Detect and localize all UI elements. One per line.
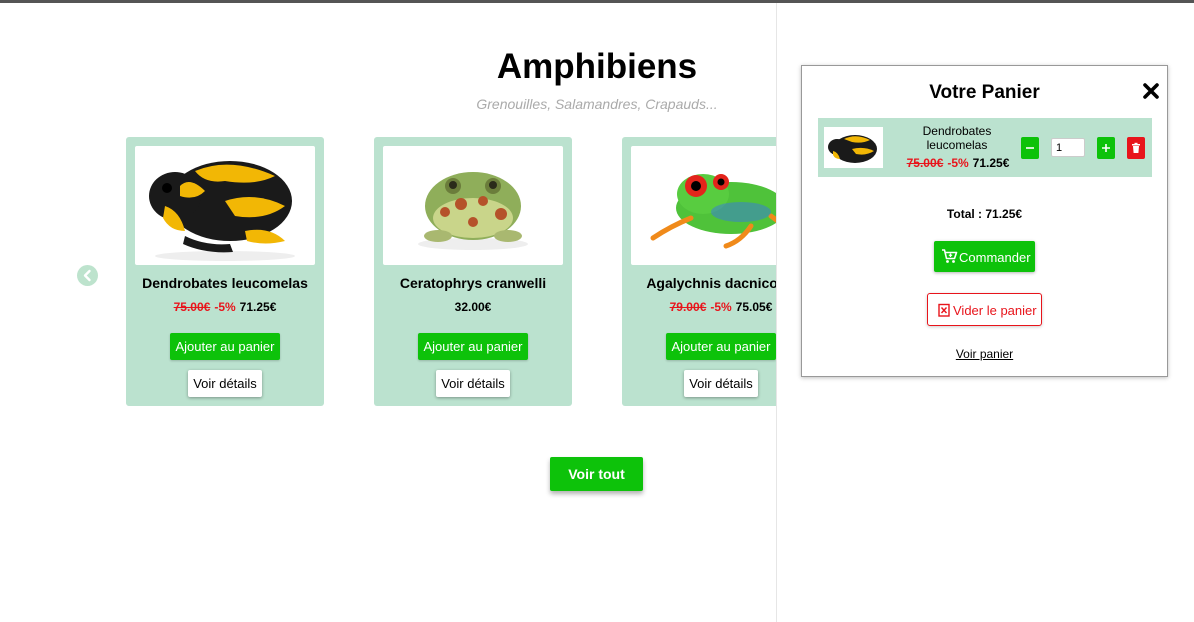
current-price: 71.25€ (239, 300, 277, 314)
delete-box-icon (938, 303, 950, 317)
cart-icon (942, 249, 958, 263)
view-details-button[interactable]: Voir détails (684, 370, 758, 397)
remove-item-button[interactable] (1127, 137, 1145, 159)
product-price: 79.00€ -5% 75.05€ (622, 300, 776, 314)
plus-icon (1102, 144, 1110, 152)
section-title: Amphibiens (496, 47, 698, 86)
discount-badge: -5% (710, 300, 732, 314)
view-details-button[interactable]: Voir détails (436, 370, 510, 397)
discount-badge: -5% (947, 156, 969, 170)
discount-badge: -5% (214, 300, 236, 314)
cart-item-name: Dendrobates leucomelas (922, 124, 992, 152)
minus-icon (1026, 147, 1034, 149)
checkout-label: Commander (959, 250, 1031, 265)
product-price: 32.00€ (374, 300, 572, 314)
add-to-cart-button[interactable]: Ajouter au panier (666, 333, 776, 360)
cart-item-image-frog-icon (824, 127, 883, 168)
product-price: 75.00€ -5% 71.25€ (126, 300, 324, 314)
current-price: 32.00€ (454, 300, 492, 314)
old-price: 79.00€ (669, 300, 707, 314)
product-name: Agalychnis dacnicolor (646, 275, 776, 291)
quantity-input[interactable] (1051, 138, 1085, 157)
empty-cart-label: Vider le panier (953, 303, 1037, 318)
current-price: 71.25€ (972, 156, 1010, 170)
product-card: Ceratophrys cranwelli 32.00€ Ajouter au … (374, 137, 572, 406)
product-card: Dendrobates leucomelas 75.00€ -5% 71.25€ A… (126, 137, 324, 406)
add-to-cart-button[interactable]: Ajouter au panier (418, 333, 528, 360)
product-name: Ceratophrys cranwelli (399, 275, 547, 291)
product-image-red-eyed-tree-frog[interactable] (631, 146, 776, 265)
product-name: Dendrobates leucomelas (142, 275, 308, 291)
carousel-prev-icon[interactable] (77, 265, 98, 286)
product-card: Agalychnis dacnicolor 79.00€-5%75.05€ Aj… (622, 137, 776, 406)
product-image-yellow-black-frog[interactable] (135, 146, 315, 265)
cart-item-price: 75.00€ -5% 71.25€ (900, 156, 1016, 170)
view-details-button[interactable]: Voir détails (188, 370, 262, 397)
decrease-quantity-button[interactable] (1021, 137, 1039, 159)
cart-item: Dendrobates leucomelas 75.00€ -5% 71.25€ (818, 118, 1152, 177)
add-to-cart-button[interactable]: Ajouter au panier (170, 333, 280, 360)
close-icon[interactable] (1142, 82, 1160, 100)
old-price: 75.00€ (173, 300, 211, 314)
increase-quantity-button[interactable] (1097, 137, 1115, 159)
empty-cart-button[interactable]: Vider le panier (927, 293, 1042, 326)
old-price: 75.00€ (906, 156, 944, 170)
catalog-section: Amphibiens Grenouilles, Salamandres, Cra… (0, 3, 776, 622)
cart-panel: Votre Panier Dendrobates leucomelas 75.0… (801, 65, 1168, 377)
view-cart-link[interactable]: Voir panier (802, 347, 1167, 361)
trash-icon (1132, 142, 1140, 153)
view-all-button[interactable]: Voir tout (550, 457, 643, 491)
current-price: 75.05€ (735, 300, 773, 314)
cart-title: Votre Panier (929, 82, 1040, 103)
section-subtitle: Grenouilles, Salamandres, Crapauds... (476, 96, 718, 112)
cart-total: Total : 71.25€ (946, 207, 1023, 221)
product-image-horned-frog[interactable] (383, 146, 563, 265)
checkout-button[interactable]: Commander (934, 241, 1035, 272)
